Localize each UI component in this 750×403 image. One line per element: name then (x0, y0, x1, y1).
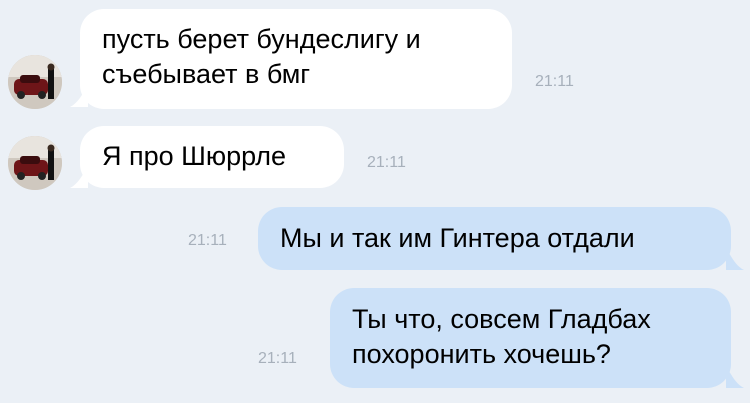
chat-history: пусть берет бундеслигу и съебывает в бмг… (0, 0, 750, 403)
message-text: Мы и так им Гинтера отдали (280, 223, 635, 253)
message-bubble-outgoing[interactable]: Ты что, совсем Гладбах похоронить хочешь… (330, 288, 731, 388)
message-timestamp: 21:11 (258, 350, 297, 367)
avatar-photo-icon (8, 136, 62, 190)
message-bubble-incoming[interactable]: пусть берет бундеслигу и съебывает в бмг (80, 9, 512, 109)
message-bubble-outgoing[interactable]: Мы и так им Гинтера отдали (258, 207, 731, 270)
message-bubble-incoming[interactable]: Я про Шюррле (80, 126, 344, 188)
message-text: съебывает в бмг (102, 59, 311, 89)
sender-avatar[interactable] (8, 55, 62, 109)
message-text: похоронить хочешь? (352, 339, 611, 369)
sender-avatar[interactable] (8, 136, 62, 190)
bubble-tail (726, 248, 744, 270)
message-text: Я про Шюррле (102, 141, 287, 171)
message-timestamp: 21:11 (535, 73, 574, 90)
avatar-photo-icon (8, 55, 62, 109)
message-text: пусть берет бундеслигу и (102, 24, 421, 54)
message-timestamp: 21:11 (367, 154, 406, 171)
bubble-tail (726, 366, 744, 388)
message-timestamp: 21:11 (188, 232, 227, 249)
message-text: Ты что, совсем Гладбах (352, 304, 651, 334)
